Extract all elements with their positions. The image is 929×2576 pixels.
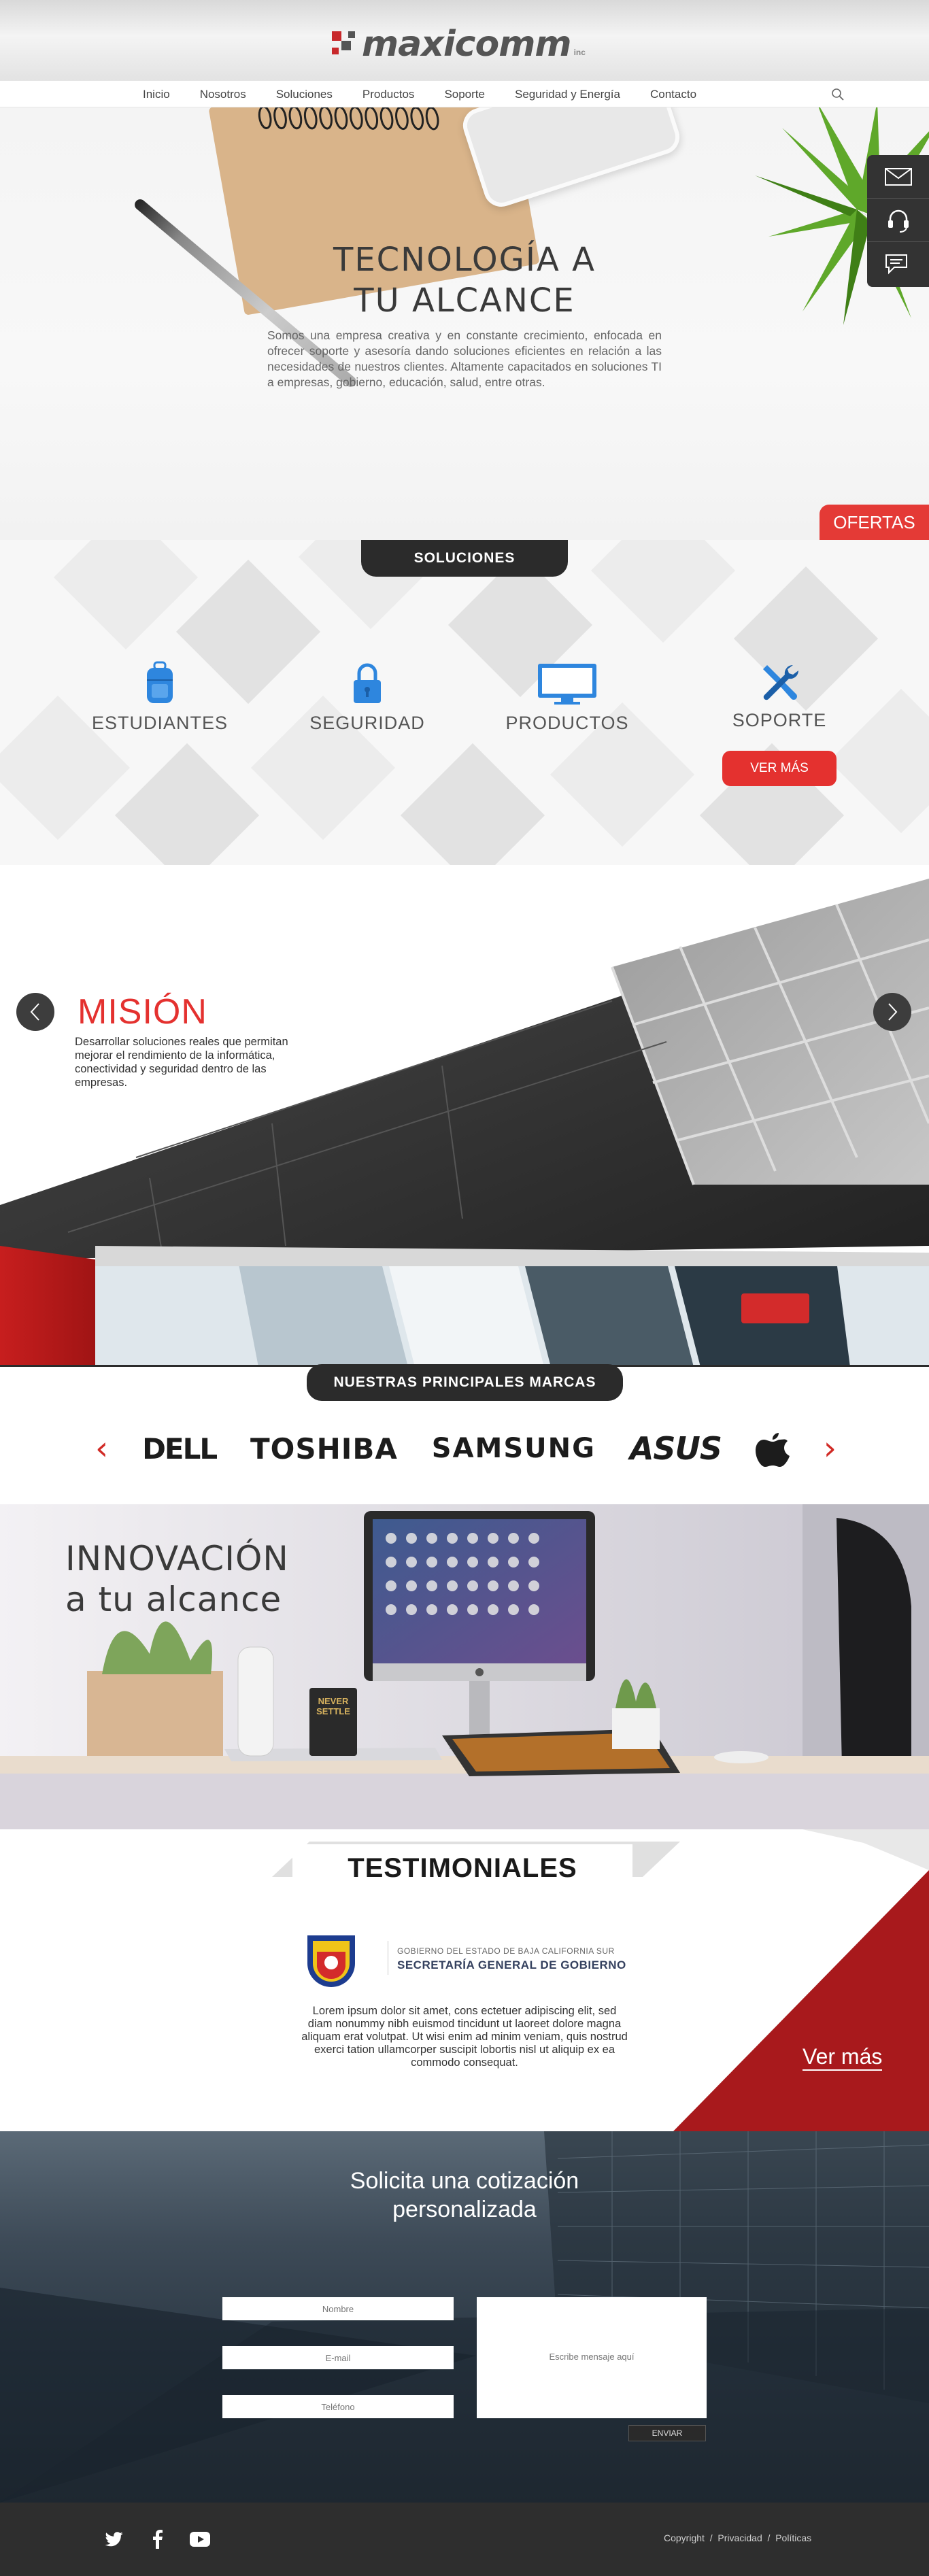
cotizacion-title-line1: Solicita una cotización	[350, 2168, 579, 2194]
hero-description: Somos una empresa creativa y en constant…	[267, 328, 662, 389]
solucion-estudiantes[interactable]: ESTUDIANTES	[71, 661, 248, 734]
nav-inicio[interactable]: Inicio	[143, 88, 170, 101]
brand-apple-logo-icon[interactable]	[755, 1429, 790, 1468]
brands-prev-arrow[interactable]: ‹	[95, 1429, 108, 1468]
nav-soluciones[interactable]: Soluciones	[276, 88, 333, 101]
solucion-seguridad[interactable]: SEGURIDAD	[279, 661, 456, 734]
testimonial-org-line1: GOBIERNO DEL ESTADO DE BAJA CALIFORNIA S…	[397, 1946, 615, 1956]
baja-california-sur-shield-logo	[307, 1935, 356, 1987]
slider-prev-button[interactable]	[16, 993, 54, 1031]
mail-icon[interactable]	[867, 155, 929, 199]
ofertas-button[interactable]: OFERTAS	[820, 505, 929, 540]
bg-diamond	[114, 743, 260, 865]
bg-diamond	[590, 540, 736, 643]
brand-toshiba[interactable]: TOSHIBA	[250, 1432, 398, 1465]
telefono-field[interactable]	[222, 2395, 454, 2418]
cotizacion-title-line2: personalizada	[392, 2197, 537, 2222]
brand-asus[interactable]: ASUS	[630, 1430, 722, 1467]
email-field[interactable]	[222, 2346, 454, 2369]
side-contact-bar	[867, 155, 929, 287]
monitor-icon	[538, 664, 596, 705]
footer-sep: /	[709, 2532, 713, 2543]
logo-tm: inc	[573, 48, 586, 57]
slider-next-button[interactable]	[873, 993, 911, 1031]
brand-samsung[interactable]: SAMSUNG	[432, 1433, 596, 1464]
solucion-productos-label: PRODUCTOS	[505, 713, 629, 733]
hero-title: TECNOLOGÍA A TU ALCANCE	[260, 239, 669, 321]
solucion-estudiantes-label: ESTUDIANTES	[91, 713, 229, 733]
innovacion-title: INNOVACIÓN a tu alcance	[65, 1538, 289, 1620]
brands-next-arrow[interactable]: ›	[824, 1429, 837, 1468]
innovacion-line1: INNOVACIÓN	[65, 1539, 289, 1578]
headset-icon[interactable]	[867, 199, 929, 242]
footer-politicas-link[interactable]: Políticas	[775, 2532, 811, 2543]
solucion-productos[interactable]: PRODUCTOS	[479, 661, 656, 734]
marcas-pill: NUESTRAS PRINCIPALES MARCAS	[307, 1364, 623, 1401]
hero-title-line2: TU ALCANCE	[354, 282, 575, 320]
testimoniales-title: TESTIMONIALES	[292, 1844, 632, 1892]
solucion-soporte-label: SOPORTE	[732, 710, 827, 730]
footer-sep: /	[767, 2532, 771, 2543]
site-footer: Copyright / Privacidad / Políticas	[0, 2503, 929, 2576]
hero-section	[0, 107, 929, 540]
solucion-soporte[interactable]: SOPORTE	[691, 661, 868, 731]
soluciones-pill: SOLUCIONES	[361, 540, 568, 577]
bg-diamond	[400, 743, 545, 865]
brands-carousel: ‹ DELL TOSHIBA SAMSUNG ASUS ›	[95, 1425, 837, 1472]
nav-contacto[interactable]: Contacto	[650, 88, 696, 101]
youtube-icon[interactable]	[189, 2528, 211, 2550]
cotizacion-title: Solicita una cotización personalizada	[260, 2167, 669, 2224]
footer-copyright-link[interactable]: Copyright	[664, 2532, 705, 2543]
hero-title-line1: TECNOLOGÍA A	[333, 241, 596, 279]
logo-mark-icon	[332, 31, 358, 57]
brand-dell[interactable]: DELL	[142, 1432, 218, 1465]
chat-icon[interactable]	[867, 242, 929, 286]
nav-productos[interactable]: Productos	[362, 88, 415, 101]
chevron-right-icon	[888, 1003, 898, 1021]
bg-diamond	[53, 540, 199, 650]
office-photo	[0, 879, 929, 1367]
footer-privacidad-link[interactable]: Privacidad	[717, 2532, 762, 2543]
tools-icon	[763, 664, 799, 700]
never-settle-card: NEVER SETTLE	[316, 1696, 350, 1716]
logo-text: maxicomm	[362, 24, 572, 65]
maxicomm-logo[interactable]: maxicomm inc	[332, 20, 597, 68]
search-icon[interactable]	[831, 88, 845, 101]
nombre-field[interactable]	[222, 2297, 454, 2320]
ver-mas-button[interactable]: VER MÁS	[722, 751, 837, 786]
nav-nosotros[interactable]: Nosotros	[200, 88, 246, 101]
chevron-left-icon	[30, 1003, 39, 1021]
mision-text: Desarrollar soluciones reales que permit…	[75, 1036, 288, 1089]
mision-slider	[0, 865, 929, 1367]
testimonial-text: Lorem ipsum dolor sit amet, cons ectetue…	[301, 2005, 628, 2069]
footer-links: Copyright / Privacidad / Políticas	[664, 2532, 811, 2543]
backpack-icon	[147, 661, 173, 703]
mision-title: MISIÓN	[78, 992, 207, 1032]
main-nav: Inicio Nosotros Soluciones Productos Sop…	[0, 80, 929, 107]
mensaje-textarea[interactable]	[477, 2297, 707, 2418]
nav-seguridad-energia[interactable]: Seguridad y Energía	[515, 88, 620, 101]
innovacion-line2: a tu alcance	[65, 1580, 282, 1619]
facebook-icon[interactable]	[147, 2528, 169, 2550]
testimonial-org-line2: SECRETARÍA GENERAL DE GOBIERNO	[397, 1959, 626, 1971]
lock-icon	[354, 663, 381, 703]
solucion-seguridad-label: SEGURIDAD	[309, 713, 425, 733]
twitter-icon[interactable]	[103, 2528, 125, 2550]
phone-image	[458, 107, 684, 211]
testimoniales-ver-mas-link[interactable]: Ver más	[803, 2044, 883, 2071]
enviar-button[interactable]: ENVIAR	[628, 2425, 706, 2441]
nav-soporte[interactable]: Soporte	[444, 88, 485, 101]
